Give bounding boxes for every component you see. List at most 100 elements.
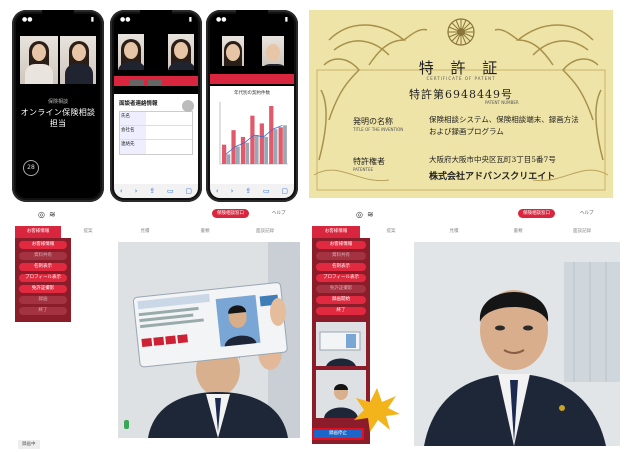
side-button-6[interactable]: 録画 (19, 296, 67, 304)
side-button-3[interactable]: 名刺表示 (19, 263, 67, 271)
side-button-4[interactable]: プロフィール表示 (316, 274, 366, 282)
highlight-burst-icon (354, 388, 400, 432)
chart-bar (264, 136, 269, 164)
chart-bar (226, 154, 231, 164)
invention-label: 発明の名称 (353, 117, 393, 126)
patent-certificate: 特 許 証 CERTIFICATE OF PATENT 特許第6948449号 … (309, 10, 613, 198)
phone-notch (140, 10, 172, 17)
consult-window-button[interactable]: 保険相談窓口 (212, 209, 249, 218)
holder-name: 株式会社アドバンスクリエイト (429, 172, 556, 182)
phone-chart-screen: ●● ▮ 年代別の契約件数 ‹ › ⇪ ▭ ▢ (206, 10, 298, 202)
close-icon[interactable] (182, 100, 194, 112)
tab-records[interactable]: 面談記録 (550, 226, 614, 238)
back-icon[interactable]: ‹ (120, 187, 123, 195)
consult-window-button[interactable]: 保険相談窓口 (518, 209, 555, 218)
back-icon[interactable]: ‹ (216, 187, 219, 195)
certificate-title-en: CERTIFICATE OF PATENT (426, 76, 496, 81)
recording-status-button[interactable]: 録画中 (18, 440, 40, 449)
help-link[interactable]: ヘルプ (272, 210, 286, 216)
chart-bar (283, 125, 287, 164)
forward-icon[interactable]: › (231, 187, 234, 195)
help-link[interactable]: ヘルプ (580, 210, 594, 216)
side-button-5[interactable]: 免許証撮影 (316, 285, 366, 293)
phone-screen: ●● ▮ 年代別の契約件数 ‹ › ⇪ ▭ ▢ (210, 14, 294, 198)
status-icons: ◎ ≋ (356, 210, 374, 219)
stop-recording-button[interactable]: 録画停止 (312, 428, 364, 440)
row-label: 氏名 (120, 112, 146, 125)
tabs-icon[interactable]: ▢ (185, 187, 192, 195)
video-feed (118, 242, 300, 438)
mini-chart (219, 102, 288, 165)
customer-photo (60, 36, 96, 84)
recording-screen: ◎ ≋ 保険相談窓口 ヘルプ お客様情報 提案 見積 書類 面談記録 お客様情報 … (308, 206, 620, 452)
side-button-7[interactable]: 終了 (19, 307, 67, 315)
timer-button[interactable]: 28 (23, 160, 39, 176)
side-button-7[interactable]: 終了 (316, 307, 366, 315)
advisor-photo (118, 34, 144, 70)
contact-sheet: 面談者連絡情報 氏名 会社名 連絡先 (114, 94, 198, 184)
side-menu: お客様情報 資料共有 名刺表示 プロフィール表示 免許証撮影 録画 終了 (15, 238, 71, 322)
tab-proposal[interactable]: 提案 (360, 226, 422, 238)
tab-records[interactable]: 面談記録 (235, 226, 295, 238)
customer-photo (168, 34, 194, 70)
invention-value-2: および録画プログラム (429, 127, 504, 136)
row-label: 連絡先 (120, 140, 146, 154)
invention-label-en: TITLE OF THE INVENTION (353, 127, 404, 132)
tab-documents[interactable]: 書類 (175, 226, 235, 238)
tab-customer[interactable]: お客様情報 (312, 226, 360, 238)
tabs-icon[interactable]: ▢ (281, 187, 288, 195)
side-button-1[interactable]: お客様情報 (19, 241, 67, 249)
advisor-photo (20, 36, 58, 84)
tab-proposal[interactable]: 提案 (61, 226, 115, 238)
customer-photo (262, 36, 284, 66)
chart-bar (273, 129, 278, 164)
mic-icon[interactable] (124, 420, 129, 429)
tab-chip[interactable] (130, 80, 144, 86)
chart-bar (222, 144, 227, 164)
chart-bar (235, 146, 240, 164)
patent-number-en: PATENT NUMBER (485, 100, 519, 105)
side-button-2[interactable]: 資料共有 (316, 252, 366, 260)
tab-customer[interactable]: お客様情報 (15, 226, 61, 238)
chart-heading: 年代別の契約件数 (234, 91, 270, 96)
holder-address: 大阪府大阪市中央区瓦町3丁目5番7号 (429, 155, 556, 164)
consult-subtitle: 保険相談 (47, 99, 68, 105)
camera-icon: ◎ (356, 210, 363, 219)
chart-bar (245, 142, 250, 164)
seal-icon (447, 18, 475, 46)
bookmark-icon[interactable]: ▭ (167, 187, 174, 195)
red-header (210, 74, 294, 84)
side-button-2[interactable]: 資料共有 (19, 252, 67, 260)
video-scene (118, 242, 300, 438)
holder-label: 特許権者 (353, 157, 385, 166)
wifi-icon: ≋ (48, 210, 56, 219)
side-button-5[interactable]: 免許証撮影 (19, 285, 67, 293)
side-button-1[interactable]: お客様情報 (316, 241, 366, 249)
chart-bar (269, 106, 274, 164)
browser-toolbar: ‹ › ⇪ ▭ ▢ (210, 184, 294, 198)
phone-contact-screen: ●● ▮ 面談者連絡情報 氏名 会社名 連絡先 ‹ › ⇪ ▭ ▢ (110, 10, 202, 202)
phone-screen: ●● ▮ 面談者連絡情報 氏名 会社名 連絡先 ‹ › ⇪ ▭ ▢ (114, 14, 198, 198)
consult-title: オンライン保険相談 担当 (20, 108, 96, 128)
tab-estimate[interactable]: 見積 (422, 226, 486, 238)
video-scene (414, 242, 620, 446)
row-label: 会社名 (120, 126, 146, 139)
bookmark-icon[interactable]: ▭ (263, 187, 270, 195)
forward-icon[interactable]: › (135, 187, 138, 195)
side-button-4[interactable]: プロフィール表示 (19, 274, 67, 282)
side-button-6[interactable]: 録画開始 (316, 296, 366, 304)
side-button-3[interactable]: 名刺表示 (316, 263, 366, 271)
tab-chip[interactable] (148, 80, 162, 86)
tab-estimate[interactable]: 見積 (115, 226, 175, 238)
phone-notch (42, 10, 74, 17)
certificate-title: 特 許 証 (418, 59, 504, 77)
thumbnail-license[interactable] (316, 322, 366, 366)
main-tabs: お客様情報 提案 見積 書類 面談記録 (15, 226, 300, 238)
video-feed (414, 242, 620, 446)
chart-bar (259, 123, 264, 164)
share-icon[interactable]: ⇪ (245, 187, 251, 195)
chart-bar (254, 135, 259, 164)
share-icon[interactable]: ⇪ (149, 187, 155, 195)
tab-documents[interactable]: 書類 (486, 226, 550, 238)
invention-value-1: 保険相談システム、保険相談端末、録画方法 (429, 115, 579, 124)
